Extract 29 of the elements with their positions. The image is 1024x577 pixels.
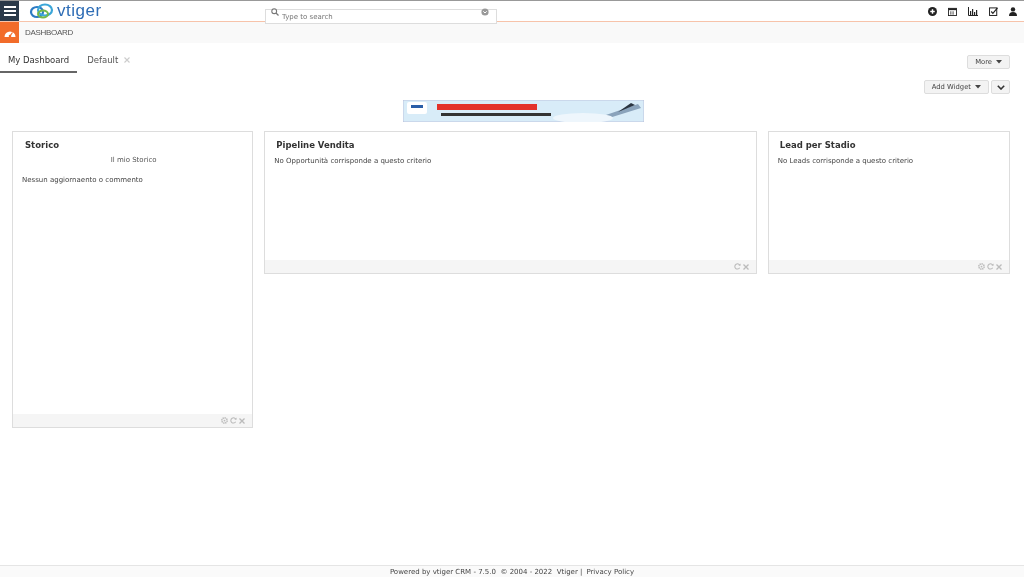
widget-title: Pipeline Vendita [276, 140, 356, 150]
settings-icon[interactable] [221, 417, 229, 424]
widget-title: Storico [25, 140, 60, 150]
menu-button[interactable] [0, 1, 19, 21]
refresh-icon[interactable] [733, 263, 741, 270]
settings-icon[interactable] [978, 263, 985, 270]
close-icon[interactable] [239, 417, 246, 424]
caret-icon [996, 60, 1002, 64]
checkbox-icon[interactable] [989, 6, 998, 16]
module-title: DASHBOARD [25, 28, 73, 37]
logo-text: vtiger [57, 2, 102, 20]
bar-chart-icon[interactable] [968, 6, 978, 16]
user-icon[interactable] [1009, 6, 1017, 16]
dashboard-tab[interactable]: My Dashboard [0, 51, 78, 73]
expand-button[interactable] [991, 80, 1010, 94]
refresh-icon[interactable] [987, 263, 994, 270]
cloud-logo-icon [29, 3, 55, 19]
close-icon[interactable] [996, 263, 1002, 270]
dropdown-icon[interactable] [481, 7, 489, 16]
widget-title: Lead per Stadio [779, 140, 857, 150]
caret-icon [975, 85, 981, 89]
close-icon[interactable] [124, 57, 131, 63]
refresh-icon[interactable] [230, 417, 238, 424]
dashboard-tab[interactable]: Default [79, 51, 139, 73]
menu-icon [3, 6, 16, 16]
chevron-down-icon [996, 84, 1005, 90]
add-icon[interactable] [928, 6, 937, 16]
close-icon[interactable] [742, 263, 749, 270]
calendar-icon[interactable] [948, 6, 957, 16]
